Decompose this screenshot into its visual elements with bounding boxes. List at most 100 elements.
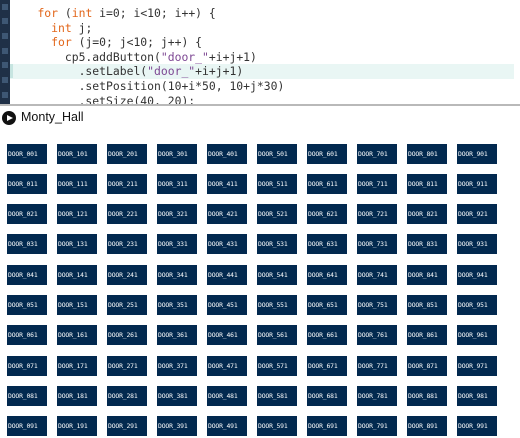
door-button[interactable]: DOOR_421: [207, 204, 247, 225]
door-button[interactable]: DOOR_311: [157, 173, 197, 194]
door-button[interactable]: DOOR_281: [107, 385, 147, 406]
door-button[interactable]: DOOR_871: [407, 355, 447, 376]
editor-scrollbar[interactable]: [514, 0, 520, 104]
door-button[interactable]: DOOR_841: [407, 264, 447, 285]
door-button[interactable]: DOOR_751: [357, 295, 397, 315]
door-button[interactable]: DOOR_681: [307, 385, 347, 406]
door-button[interactable]: DOOR_941: [457, 264, 497, 285]
door-button[interactable]: DOOR_631: [307, 234, 347, 255]
door-button[interactable]: DOOR_511: [257, 173, 297, 194]
door-button[interactable]: DOOR_771: [357, 355, 397, 376]
door-button[interactable]: DOOR_441: [207, 264, 247, 285]
door-button[interactable]: DOOR_201: [107, 143, 147, 164]
door-button[interactable]: DOOR_741: [357, 264, 397, 285]
door-button[interactable]: DOOR_271: [107, 355, 147, 376]
door-button[interactable]: DOOR_071: [7, 355, 47, 376]
door-button[interactable]: DOOR_931: [457, 234, 497, 255]
code-line[interactable]: for (j=0; j<10; j++) {: [10, 35, 520, 50]
door-button[interactable]: DOOR_571: [257, 355, 297, 376]
door-button[interactable]: DOOR_541: [257, 264, 297, 285]
door-button[interactable]: DOOR_701: [357, 143, 397, 164]
code-line[interactable]: cp5.addButton("door_"+i+j+1): [10, 50, 520, 65]
door-button[interactable]: DOOR_921: [457, 204, 497, 225]
door-button[interactable]: DOOR_721: [357, 204, 397, 225]
door-button[interactable]: DOOR_031: [7, 234, 47, 255]
door-button[interactable]: DOOR_651: [307, 295, 347, 315]
code-editor[interactable]: for (int i=0; i<10; i++) { int j; for (j…: [0, 0, 520, 104]
door-button[interactable]: DOOR_211: [107, 173, 147, 194]
door-button[interactable]: DOOR_661: [307, 325, 347, 346]
door-button[interactable]: DOOR_691: [307, 416, 347, 437]
play-icon[interactable]: [2, 111, 16, 125]
door-button[interactable]: DOOR_731: [357, 234, 397, 255]
door-button[interactable]: DOOR_291: [107, 416, 147, 437]
door-button[interactable]: DOOR_041: [7, 264, 47, 285]
door-button[interactable]: DOOR_251: [107, 295, 147, 315]
door-button[interactable]: DOOR_781: [357, 385, 397, 406]
door-button[interactable]: DOOR_981: [457, 385, 497, 406]
door-button[interactable]: DOOR_971: [457, 355, 497, 376]
door-button[interactable]: DOOR_241: [107, 264, 147, 285]
door-button[interactable]: DOOR_391: [157, 416, 197, 437]
door-button[interactable]: DOOR_111: [57, 173, 97, 194]
door-button[interactable]: DOOR_411: [207, 173, 247, 194]
door-button[interactable]: DOOR_171: [57, 355, 97, 376]
door-button[interactable]: DOOR_191: [57, 416, 97, 437]
door-button[interactable]: DOOR_991: [457, 416, 497, 437]
code-line[interactable]: for (int i=0; i<10; i++) {: [10, 6, 520, 21]
door-button[interactable]: DOOR_061: [7, 325, 47, 346]
door-button[interactable]: DOOR_231: [107, 234, 147, 255]
door-button[interactable]: DOOR_801: [407, 143, 447, 164]
door-button[interactable]: DOOR_001: [7, 143, 47, 164]
door-button[interactable]: DOOR_821: [407, 204, 447, 225]
door-button[interactable]: DOOR_091: [7, 416, 47, 437]
door-button[interactable]: DOOR_351: [157, 295, 197, 315]
door-button[interactable]: DOOR_711: [357, 173, 397, 194]
door-button[interactable]: DOOR_431: [207, 234, 247, 255]
door-button[interactable]: DOOR_811: [407, 173, 447, 194]
code-lines[interactable]: for (int i=0; i<10; i++) { int j; for (j…: [10, 6, 520, 104]
door-button[interactable]: DOOR_791: [357, 416, 397, 437]
door-button[interactable]: DOOR_831: [407, 234, 447, 255]
door-button[interactable]: DOOR_611: [307, 173, 347, 194]
door-button[interactable]: DOOR_121: [57, 204, 97, 225]
door-button[interactable]: DOOR_601: [307, 143, 347, 164]
door-button[interactable]: DOOR_151: [57, 295, 97, 315]
code-line[interactable]: int j;: [10, 21, 520, 36]
door-button[interactable]: DOOR_581: [257, 385, 297, 406]
door-button[interactable]: DOOR_881: [407, 385, 447, 406]
door-button[interactable]: DOOR_181: [57, 385, 97, 406]
door-button[interactable]: DOOR_471: [207, 355, 247, 376]
door-button[interactable]: DOOR_321: [157, 204, 197, 225]
door-button[interactable]: DOOR_261: [107, 325, 147, 346]
door-button[interactable]: DOOR_481: [207, 385, 247, 406]
code-line[interactable]: .setLabel("door_"+i+j+1): [10, 64, 520, 79]
door-button[interactable]: DOOR_531: [257, 234, 297, 255]
door-button[interactable]: DOOR_101: [57, 143, 97, 164]
door-button[interactable]: DOOR_131: [57, 234, 97, 255]
door-button[interactable]: DOOR_491: [207, 416, 247, 437]
door-button[interactable]: DOOR_401: [207, 143, 247, 164]
door-button[interactable]: DOOR_961: [457, 325, 497, 346]
door-button[interactable]: DOOR_141: [57, 264, 97, 285]
door-button[interactable]: DOOR_331: [157, 234, 197, 255]
door-button[interactable]: DOOR_851: [407, 295, 447, 315]
door-button[interactable]: DOOR_161: [57, 325, 97, 346]
door-button[interactable]: DOOR_451: [207, 295, 247, 315]
door-button[interactable]: DOOR_341: [157, 264, 197, 285]
door-button[interactable]: DOOR_951: [457, 295, 497, 315]
door-button[interactable]: DOOR_891: [407, 416, 447, 437]
door-button[interactable]: DOOR_591: [257, 416, 297, 437]
door-button[interactable]: DOOR_671: [307, 355, 347, 376]
door-button[interactable]: DOOR_051: [7, 295, 47, 315]
code-line[interactable]: .setPosition(10+i*50, 10+j*30): [10, 79, 520, 94]
door-button[interactable]: DOOR_641: [307, 264, 347, 285]
door-button[interactable]: DOOR_221: [107, 204, 147, 225]
door-button[interactable]: DOOR_461: [207, 325, 247, 346]
door-button[interactable]: DOOR_901: [457, 143, 497, 164]
door-button[interactable]: DOOR_561: [257, 325, 297, 346]
door-button[interactable]: DOOR_371: [157, 355, 197, 376]
door-button[interactable]: DOOR_361: [157, 325, 197, 346]
door-button[interactable]: DOOR_011: [7, 173, 47, 194]
door-button[interactable]: DOOR_551: [257, 295, 297, 315]
